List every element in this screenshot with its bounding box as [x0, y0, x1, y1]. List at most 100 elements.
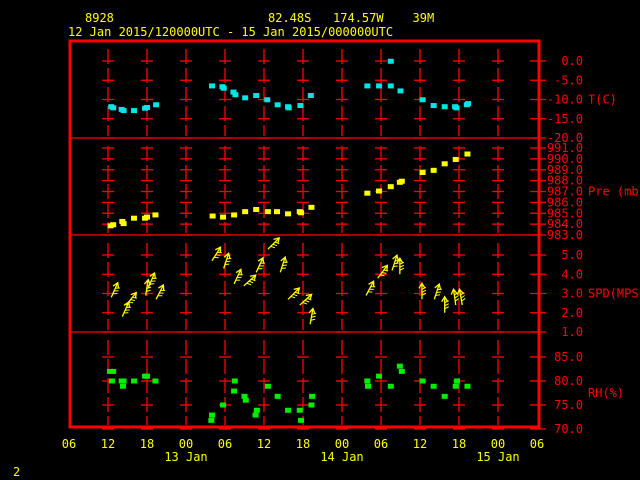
wind-barb [435, 294, 441, 296]
wind-arrow [279, 255, 288, 273]
pressure-point [120, 221, 127, 227]
pressure-point [242, 209, 249, 215]
y-tick-label: -15.0 [547, 112, 583, 126]
rh-point [131, 378, 137, 384]
wind-arrow [147, 271, 157, 288]
y-tick-label: 983.0 [547, 228, 583, 242]
temperature-point [220, 85, 227, 91]
data-marks [106, 58, 472, 423]
rh-point [364, 378, 371, 384]
panel-label: T(C) [588, 93, 617, 107]
temperature-point [285, 105, 292, 111]
wind-arrow [243, 274, 257, 287]
x-tick-label: 06 [530, 437, 544, 451]
temperature-point [453, 105, 460, 111]
wind-barb [394, 262, 399, 265]
pressure-point [110, 222, 117, 228]
temperature-point [253, 93, 260, 99]
temperature-point [387, 58, 394, 64]
wind-barb [437, 288, 442, 291]
y-tick-label: 3.0 [561, 287, 583, 301]
wind-arrow [233, 268, 243, 285]
x-tick-label: 18 [140, 437, 154, 451]
temperature-point [264, 97, 271, 103]
wind-barb [436, 291, 441, 294]
rh-point [152, 378, 159, 384]
x-tick-label: 12 [413, 437, 427, 451]
wind-barb [290, 295, 296, 299]
rh-point [231, 388, 238, 394]
y-tick-label: 5.0 [561, 248, 583, 262]
date-label: 13 Jan [164, 450, 207, 464]
wind-barb [461, 298, 466, 302]
wind-arrow [433, 282, 442, 300]
pressure-point [253, 206, 260, 212]
pressure-point [419, 170, 426, 176]
page-number: 2 [13, 465, 20, 479]
rh-point [387, 383, 394, 389]
temperature-point [232, 92, 239, 98]
date-label: 15 Jan [476, 450, 519, 464]
y-tick-label: 85.0 [554, 350, 583, 364]
rh-point [231, 378, 238, 384]
wind-arrow [396, 256, 405, 275]
pressure-point [131, 215, 137, 221]
rh-point [120, 378, 127, 384]
pressure-point [430, 167, 437, 173]
wind-arrow [441, 295, 449, 313]
rh-point [242, 397, 249, 403]
pressure-point [364, 190, 371, 196]
x-tick-label: 06 [374, 437, 388, 451]
pressure-point [398, 178, 405, 184]
y-tick-label: 0.0 [561, 54, 583, 68]
wind-arrow [125, 291, 138, 306]
x-tick-label: 06 [62, 437, 76, 451]
wind-arrow [450, 287, 460, 306]
rh-point [209, 412, 215, 418]
meteogram: 8928 82.48S 174.57W 39M 12 Jan 2015/1200… [13, 11, 640, 479]
axes: 0.0-5.0-10.0-15.0-20.0T(C)991.0990.0989.… [62, 54, 640, 464]
panel-label: SPD(MPS) [588, 287, 640, 301]
wind-barb [381, 272, 387, 274]
rh-point [285, 407, 292, 413]
wind-barb [130, 299, 136, 302]
temperature-point [110, 105, 117, 111]
pressure-point [387, 184, 394, 190]
wind-arrow [110, 281, 120, 298]
temperature-point [397, 88, 404, 94]
rh-point [365, 383, 371, 389]
wind-barb [460, 295, 465, 299]
wind-barb [292, 293, 298, 297]
temperature-point [120, 108, 127, 114]
wind-barb [226, 257, 232, 260]
wind-barb [304, 299, 310, 303]
pressure-point [152, 212, 159, 218]
pressure-point [220, 214, 227, 220]
wind-barb [224, 263, 230, 266]
y-tick-label: -10.0 [547, 93, 583, 107]
temperature-point [209, 83, 215, 89]
wind-arrow [211, 246, 222, 262]
wind-barb [248, 280, 254, 284]
y-tick-label: -5.0 [554, 73, 583, 87]
y-tick-label: 75.0 [554, 398, 583, 412]
wind-arrow [267, 237, 281, 250]
time-range: 12 Jan 2015/120000UTC - 15 Jan 2015/0000… [68, 25, 393, 39]
x-tick-label: 06 [218, 437, 232, 451]
wind-arrow [299, 293, 313, 306]
wind-arrow [377, 264, 389, 279]
rh-point [398, 368, 405, 374]
rh-point [264, 383, 271, 389]
temperature-point [376, 83, 383, 89]
rh-point [110, 368, 117, 374]
panel-label: Pre (mb) [588, 185, 640, 199]
rh-point [298, 417, 305, 423]
date-label: 14 Jan [320, 450, 363, 464]
wind-barb [281, 267, 286, 270]
rh-point [274, 393, 281, 399]
y-tick-label: 1.0 [561, 325, 583, 339]
station-location: 82.48S 174.57W 39M [268, 11, 434, 25]
y-tick-label: 70.0 [554, 422, 583, 436]
temperature-point [297, 103, 304, 109]
wind-barb [246, 282, 252, 286]
